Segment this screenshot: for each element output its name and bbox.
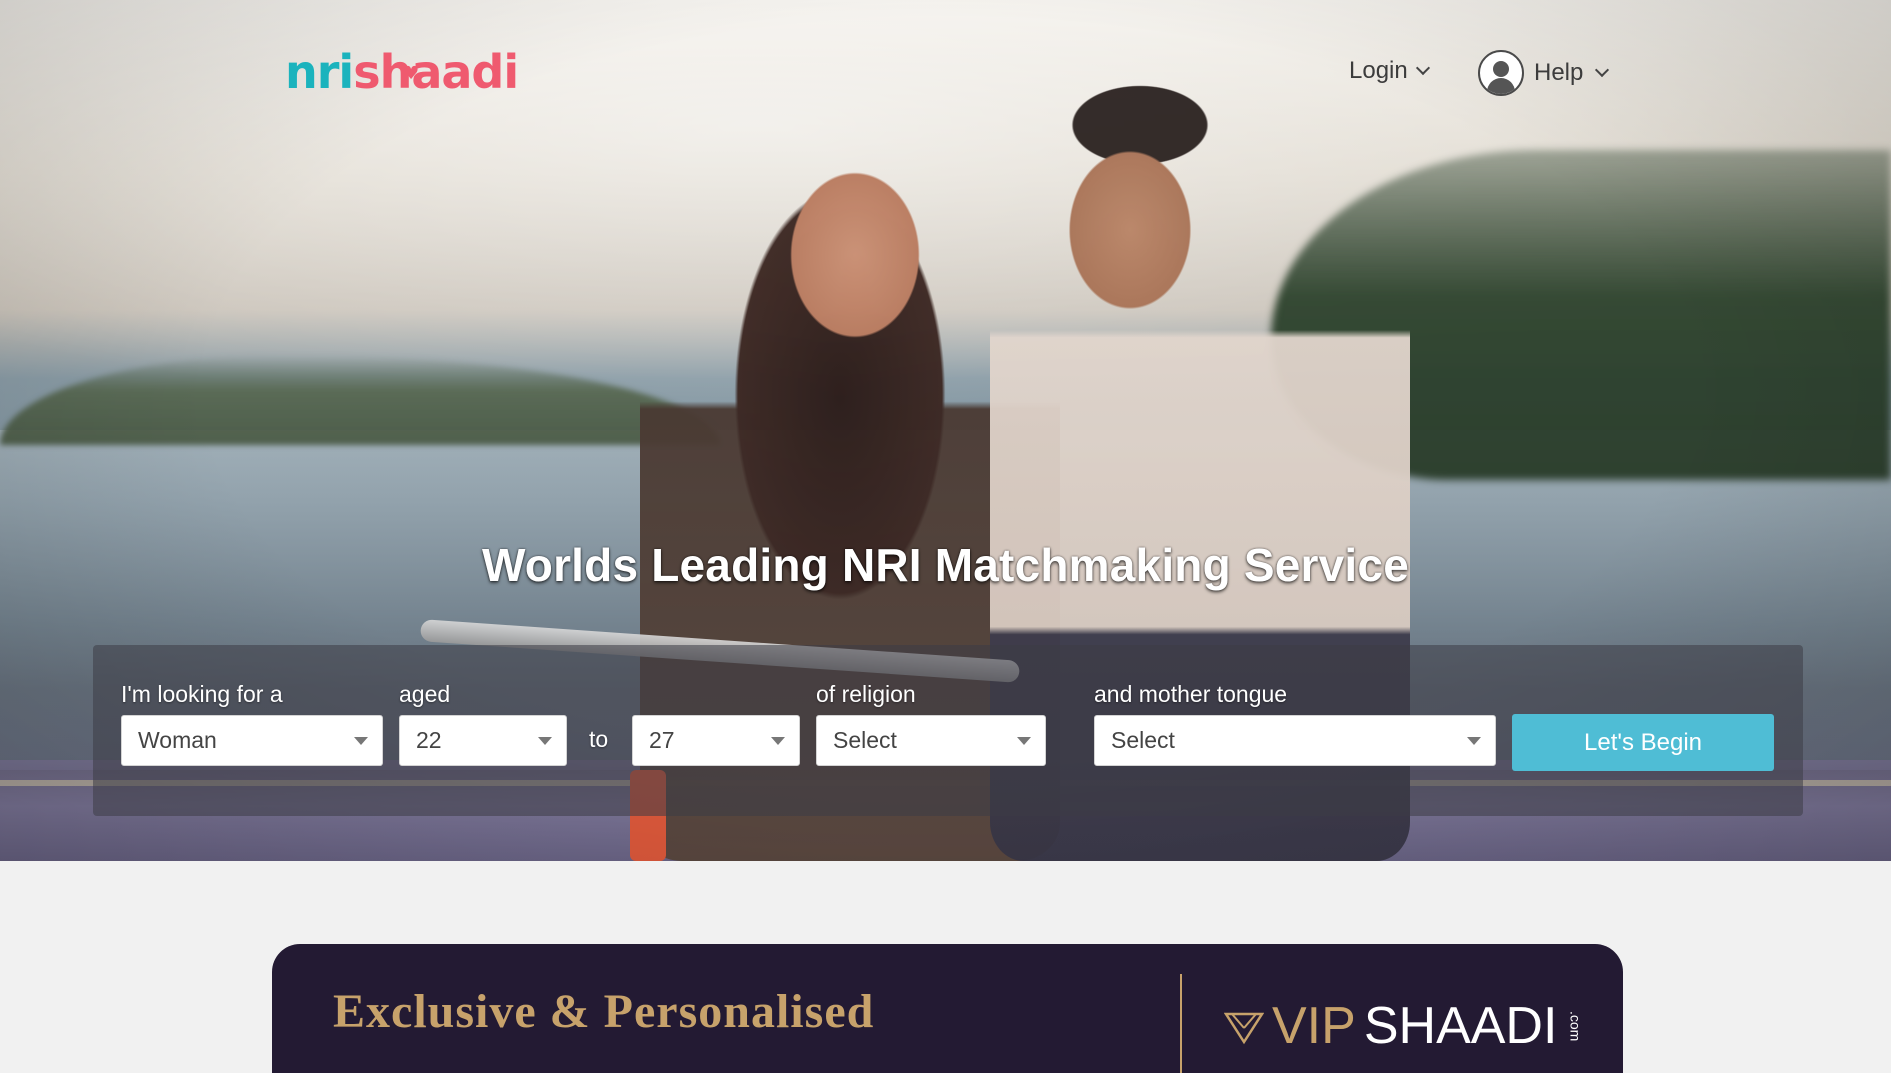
- user-avatar-icon: [1478, 50, 1524, 96]
- caret-down-icon: [538, 737, 552, 745]
- login-label: Login: [1349, 57, 1408, 84]
- mother-tongue-select[interactable]: Select: [1094, 715, 1496, 766]
- logo-text-nri: nri: [285, 45, 354, 99]
- vip-logo-text-vip: VIP: [1272, 997, 1356, 1055]
- hero-headline: Worlds Leading NRI Matchmaking Service: [482, 539, 1409, 591]
- caret-down-icon: [771, 737, 785, 745]
- help-menu[interactable]: Help: [1478, 50, 1610, 96]
- help-label: Help: [1534, 59, 1584, 86]
- age-to-value: 27: [649, 727, 675, 753]
- looking-for-select[interactable]: Woman: [121, 715, 383, 766]
- vip-logo-suffix: .com: [1567, 1010, 1584, 1042]
- caret-down-icon: [1467, 737, 1481, 745]
- age-from-select[interactable]: 22: [399, 715, 567, 766]
- religion-value: Select: [833, 727, 897, 753]
- age-to-select[interactable]: 27: [632, 715, 800, 766]
- looking-for-value: Woman: [138, 727, 217, 753]
- vip-banner-divider: [1180, 974, 1182, 1073]
- age-from-value: 22: [416, 727, 442, 753]
- chevron-down-icon: [1415, 60, 1430, 76]
- login-menu[interactable]: Login: [1349, 57, 1430, 85]
- vip-shaadi-logo: VIP SHAADI .com: [1224, 996, 1583, 1056]
- caret-down-icon: [354, 737, 368, 745]
- mother-tongue-value: Select: [1111, 727, 1175, 753]
- vip-shaadi-banner[interactable]: Exclusive & Personalised VIP SHAADI .com: [272, 944, 1623, 1073]
- religion-select[interactable]: Select: [816, 715, 1046, 766]
- diamond-icon: [1224, 1012, 1264, 1045]
- looking-for-label: I'm looking for a: [121, 681, 283, 707]
- aged-label: aged: [399, 681, 451, 707]
- logo-text-shaadi: shaadi: [353, 45, 519, 99]
- religion-label: of religion: [816, 681, 916, 707]
- lets-begin-button[interactable]: Let's Begin: [1512, 714, 1774, 771]
- caret-down-icon: [1017, 737, 1031, 745]
- site-logo[interactable]: nrishaadi ♥: [285, 42, 519, 102]
- logo-heart-icon: ♥: [403, 63, 419, 84]
- vip-banner-title: Exclusive & Personalised: [333, 985, 875, 1038]
- chevron-down-icon: [1595, 62, 1610, 78]
- age-to-label: to: [589, 726, 609, 752]
- vip-logo-text-shaadi: SHAADI: [1363, 997, 1558, 1055]
- mother-tongue-label: and mother tongue: [1094, 681, 1288, 707]
